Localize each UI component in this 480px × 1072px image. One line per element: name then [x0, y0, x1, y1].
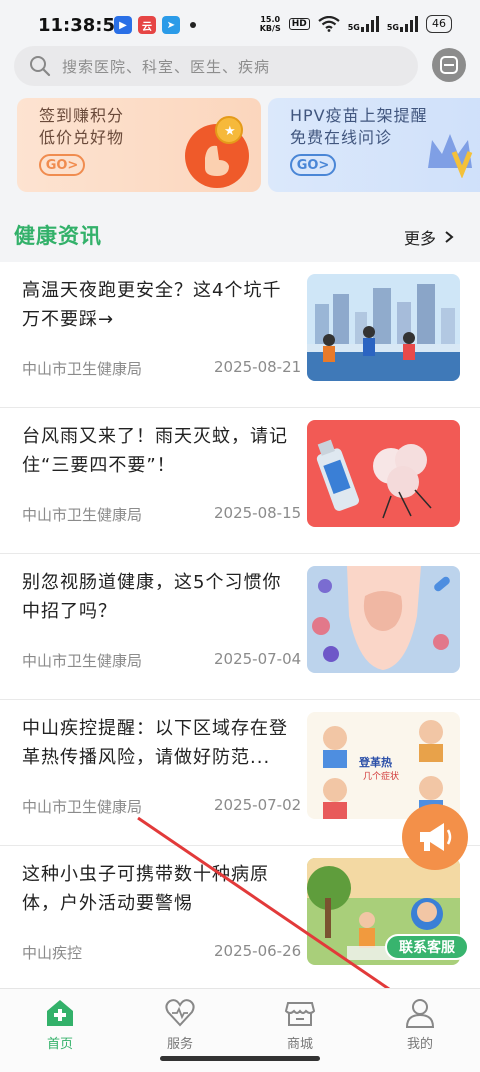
mosquito-spray-thumbnail: [307, 420, 460, 527]
banner-title: 签到赚积分: [39, 106, 125, 125]
go-button[interactable]: GO>: [290, 154, 336, 176]
search-placeholder[interactable]: 搜索医院、科室、医生、疾病: [62, 56, 270, 77]
scan-button[interactable]: [432, 48, 466, 82]
promo-carousel: 签到赚积分 低价兑好物 GO> ★ HPV疫苗上架提醒 免费在线问诊 GO>: [0, 98, 480, 192]
tab-store[interactable]: 商城: [260, 997, 340, 1052]
tab-profile[interactable]: 我的: [380, 997, 460, 1052]
home-indicator[interactable]: [160, 1056, 320, 1061]
promo-banner-hpv[interactable]: HPV疫苗上架提醒 免费在线问诊 GO>: [268, 98, 480, 192]
thumb-caption: 登革热: [359, 756, 392, 769]
news-title: 高温天夜跑更安全？这4个坑千万不要踩→: [22, 280, 282, 330]
store-icon: [284, 1002, 316, 1026]
news-date: 2025-07-04: [214, 650, 302, 668]
signal-2-icon: 5G: [387, 16, 418, 32]
news-source: 中山市卫生健康局: [22, 652, 143, 670]
news-item[interactable]: 别忽视肠道健康，这5个习惯你中招了吗？ 中山市卫生健康局 2025-07-04: [0, 554, 480, 700]
banner-subtitle: 免费在线问诊: [290, 128, 393, 147]
dengue-thumbnail: 登革热 几个症状: [307, 712, 460, 819]
tab-label: 首页: [46, 1037, 73, 1052]
contact-service-button[interactable]: 联系客服: [385, 934, 469, 960]
news-section-header: 健康资讯 更多: [0, 210, 480, 262]
thumb-caption: 几个症状: [363, 772, 400, 782]
tab-label: 商城: [286, 1037, 313, 1052]
more-link[interactable]: 更多: [404, 225, 454, 249]
news-date: 2025-06-26: [214, 942, 302, 960]
news-source: 中山疾控: [22, 944, 83, 962]
app-notification-icon: ▶: [114, 16, 132, 34]
news-item[interactable]: 高温天夜跑更安全？这4个坑千万不要踩→ 中山市卫生健康局 2025-08-21: [0, 262, 480, 408]
banner-subtitle: 低价兑好物: [39, 128, 125, 147]
home-icon: [47, 1000, 73, 1026]
net-speed: 15.0 KB/S: [259, 15, 281, 33]
news-date: 2025-08-15: [214, 504, 302, 522]
gut-health-thumbnail: [307, 566, 460, 673]
news-source: 中山市卫生健康局: [22, 506, 143, 524]
app-notification-icon: 云: [138, 16, 156, 34]
heart-icon: [165, 999, 195, 1027]
news-source: 中山市卫生健康局: [22, 798, 143, 816]
profile-icon: [405, 999, 435, 1028]
tab-label: 服务: [166, 1037, 193, 1052]
promo-banner-points[interactable]: 签到赚积分 低价兑好物 GO> ★: [17, 98, 261, 192]
signal-1-icon: 5G: [348, 16, 379, 32]
news-date: 2025-07-02: [214, 796, 302, 814]
megaphone-icon: [420, 823, 452, 851]
section-title: 健康资讯: [14, 224, 102, 248]
battery-icon: 46: [426, 15, 452, 33]
crown-icon: [428, 134, 473, 178]
thumbs-up-coin-icon: ★: [185, 116, 249, 188]
notification-icons: ▶ 云 ➤: [114, 16, 196, 34]
announcement-button[interactable]: [402, 804, 468, 870]
night-run-thumbnail: [307, 274, 460, 381]
tab-services[interactable]: 服务: [140, 997, 220, 1052]
more-notifications-icon: [190, 22, 196, 28]
news-item[interactable]: 台风雨又来了！雨天灭蚊，请记住“三要四不要”！ 中山市卫生健康局 2025-08…: [0, 408, 480, 554]
search-icon: [30, 56, 51, 77]
search-bar[interactable]: 搜索医院、科室、医生、疾病: [14, 46, 418, 86]
hd-icon: HD: [288, 18, 310, 30]
wifi-icon: [318, 16, 340, 32]
svg-text:★: ★: [224, 124, 236, 139]
news-title: 这种小虫子可携带数十种病原体，户外活动要警惕: [22, 864, 269, 914]
banner-title: HPV疫苗上架提醒: [290, 106, 428, 125]
news-title: 中山疾控提醒：以下区域存在登革热传播风险，请做好防范...: [22, 718, 288, 768]
news-list: 高温天夜跑更安全？这4个坑千万不要踩→ 中山市卫生健康局 2025-08-21 …: [0, 262, 480, 992]
more-label: 更多: [403, 229, 436, 248]
chevron-right-icon: [445, 231, 454, 243]
news-item[interactable]: 这种小虫子可携带数十种病原体，户外活动要警惕 中山疾控 2025-06-26: [0, 846, 480, 992]
tab-label: 我的: [406, 1037, 433, 1052]
news-title: 别忽视肠道健康，这5个习惯你中招了吗？: [22, 572, 282, 622]
scan-icon: [440, 56, 458, 74]
go-button[interactable]: GO>: [39, 154, 85, 176]
tab-home[interactable]: 首页: [20, 997, 100, 1052]
news-date: 2025-08-21: [214, 358, 302, 376]
telegram-icon: ➤: [162, 16, 180, 34]
news-title: 台风雨又来了！雨天灭蚊，请记住“三要四不要”！: [22, 426, 288, 476]
news-source: 中山市卫生健康局: [22, 360, 143, 378]
status-right: 15.0 KB/S HD 5G 5G 46: [260, 15, 452, 33]
status-bar: 11:38:52 ▶ 云 ➤ 15.0 KB/S HD 5G 5G 46: [0, 0, 480, 50]
